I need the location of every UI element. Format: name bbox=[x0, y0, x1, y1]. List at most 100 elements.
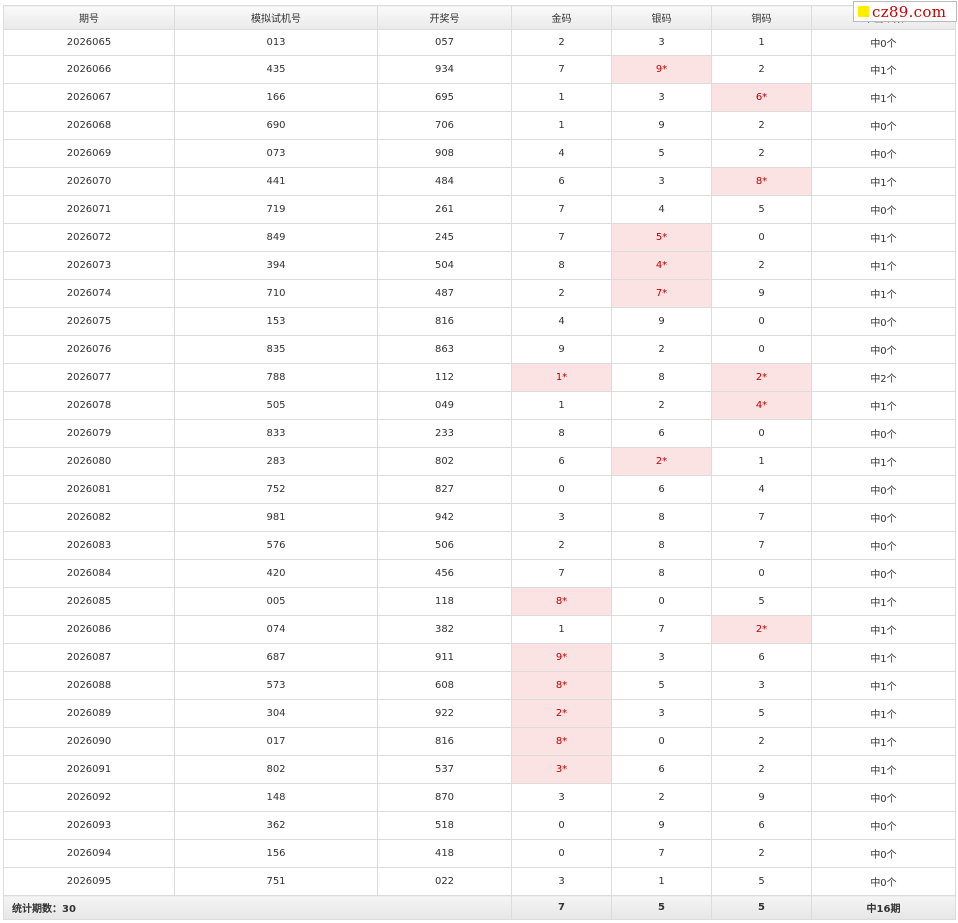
table-row: 2026075 153 816 4 9 0 中0个 bbox=[3, 307, 956, 336]
cell-draw-number: 706 bbox=[377, 111, 512, 140]
cell-sim-number: 788 bbox=[174, 363, 378, 392]
cell-sim-number: 362 bbox=[174, 811, 378, 840]
cell-sim-number: 687 bbox=[174, 643, 378, 672]
cell-silver: 3 bbox=[611, 29, 712, 56]
cell-draw-number: 245 bbox=[377, 223, 512, 252]
cell-gold: 8 bbox=[511, 251, 612, 280]
cell-hit-count: 中0个 bbox=[811, 195, 956, 224]
table-row: 2026094 156 418 0 7 2 中0个 bbox=[3, 839, 956, 868]
footer-silver-total: 5 bbox=[611, 895, 712, 920]
cell-bronze: 2 bbox=[711, 251, 812, 280]
cell-draw-number: 942 bbox=[377, 503, 512, 532]
cell-bronze: 2 bbox=[711, 755, 812, 784]
cell-sim-number: 156 bbox=[174, 839, 378, 868]
cell-gold: 4 bbox=[511, 139, 612, 168]
cell-bronze: 2 bbox=[711, 139, 812, 168]
cell-issue: 2026094 bbox=[3, 839, 175, 868]
cell-silver: 1 bbox=[611, 867, 712, 896]
cell-issue: 2026080 bbox=[3, 447, 175, 476]
cell-draw-number: 934 bbox=[377, 55, 512, 84]
cell-gold: 7 bbox=[511, 195, 612, 224]
cell-draw-number: 487 bbox=[377, 279, 512, 308]
cell-gold: 8* bbox=[511, 671, 612, 700]
cell-silver: 8 bbox=[611, 531, 712, 560]
table-row: 2026090 017 816 8* 0 2 中1个 bbox=[3, 727, 956, 756]
footer-period-count: 统计期数：30 bbox=[3, 895, 512, 920]
cell-silver: 3 bbox=[611, 643, 712, 672]
col-header-issue: 期号 bbox=[3, 5, 175, 30]
cell-silver: 8 bbox=[611, 363, 712, 392]
cell-bronze: 3 bbox=[711, 671, 812, 700]
table-row: 2026088 573 608 8* 5 3 中1个 bbox=[3, 671, 956, 700]
header-row: 期号 模拟试机号 开奖号 金码 银码 铜码 中出个数 bbox=[3, 5, 956, 30]
cell-hit-count: 中1个 bbox=[811, 755, 956, 784]
cell-draw-number: 382 bbox=[377, 615, 512, 644]
cell-silver: 2 bbox=[611, 335, 712, 364]
cell-issue: 2026084 bbox=[3, 559, 175, 588]
cell-silver: 9 bbox=[611, 111, 712, 140]
cell-gold: 2* bbox=[511, 699, 612, 728]
cell-gold: 9* bbox=[511, 643, 612, 672]
cell-draw-number: 816 bbox=[377, 727, 512, 756]
cell-hit-count: 中0个 bbox=[811, 839, 956, 868]
cell-sim-number: 073 bbox=[174, 139, 378, 168]
cell-hit-count: 中0个 bbox=[811, 111, 956, 140]
table-row: 2026076 835 863 9 2 0 中0个 bbox=[3, 335, 956, 364]
cell-silver: 9* bbox=[611, 55, 712, 84]
cell-hit-count: 中1个 bbox=[811, 447, 956, 476]
cell-gold: 1 bbox=[511, 111, 612, 140]
cell-hit-count: 中1个 bbox=[811, 55, 956, 84]
cell-silver: 8 bbox=[611, 559, 712, 588]
cell-gold: 2 bbox=[511, 279, 612, 308]
cell-gold: 4 bbox=[511, 307, 612, 336]
cell-issue: 2026076 bbox=[3, 335, 175, 364]
cell-hit-count: 中0个 bbox=[811, 531, 956, 560]
cell-silver: 3 bbox=[611, 83, 712, 112]
cell-bronze: 6 bbox=[711, 811, 812, 840]
cell-sim-number: 835 bbox=[174, 335, 378, 364]
cell-silver: 2* bbox=[611, 447, 712, 476]
cell-hit-count: 中1个 bbox=[811, 587, 956, 616]
cell-sim-number: 394 bbox=[174, 251, 378, 280]
cell-bronze: 7 bbox=[711, 503, 812, 532]
cell-sim-number: 576 bbox=[174, 531, 378, 560]
cell-issue: 2026083 bbox=[3, 531, 175, 560]
cell-silver: 6 bbox=[611, 475, 712, 504]
cell-gold: 1 bbox=[511, 83, 612, 112]
cell-hit-count: 中1个 bbox=[811, 83, 956, 112]
cell-draw-number: 022 bbox=[377, 867, 512, 896]
cell-issue: 2026088 bbox=[3, 671, 175, 700]
cell-draw-number: 608 bbox=[377, 671, 512, 700]
cell-gold: 1 bbox=[511, 391, 612, 420]
cell-silver: 2 bbox=[611, 391, 712, 420]
cell-bronze: 2 bbox=[711, 111, 812, 140]
cell-bronze: 5 bbox=[711, 699, 812, 728]
cell-bronze: 7 bbox=[711, 531, 812, 560]
cell-silver: 2 bbox=[611, 783, 712, 812]
cell-silver: 3 bbox=[611, 699, 712, 728]
cell-hit-count: 中0个 bbox=[811, 335, 956, 364]
cell-sim-number: 304 bbox=[174, 699, 378, 728]
cell-gold: 8* bbox=[511, 587, 612, 616]
cell-silver: 7* bbox=[611, 279, 712, 308]
col-header-draw-number: 开奖号 bbox=[377, 5, 512, 30]
table-row: 2026069 073 908 4 5 2 中0个 bbox=[3, 139, 956, 168]
cell-hit-count: 中1个 bbox=[811, 279, 956, 308]
cell-silver: 0 bbox=[611, 727, 712, 756]
cell-sim-number: 148 bbox=[174, 783, 378, 812]
cell-issue: 2026077 bbox=[3, 363, 175, 392]
cell-sim-number: 719 bbox=[174, 195, 378, 224]
cell-bronze: 0 bbox=[711, 559, 812, 588]
cell-silver: 9 bbox=[611, 811, 712, 840]
cell-draw-number: 506 bbox=[377, 531, 512, 560]
table-row: 2026086 074 382 1 7 2* 中1个 bbox=[3, 615, 956, 644]
cell-gold: 2 bbox=[511, 531, 612, 560]
cell-hit-count: 中1个 bbox=[811, 727, 956, 756]
cell-silver: 0 bbox=[611, 587, 712, 616]
cell-draw-number: 504 bbox=[377, 251, 512, 280]
cell-issue: 2026092 bbox=[3, 783, 175, 812]
cell-gold: 3 bbox=[511, 783, 612, 812]
cell-draw-number: 870 bbox=[377, 783, 512, 812]
site-logo[interactable]: cz89.com bbox=[853, 1, 957, 22]
cell-silver: 5* bbox=[611, 223, 712, 252]
